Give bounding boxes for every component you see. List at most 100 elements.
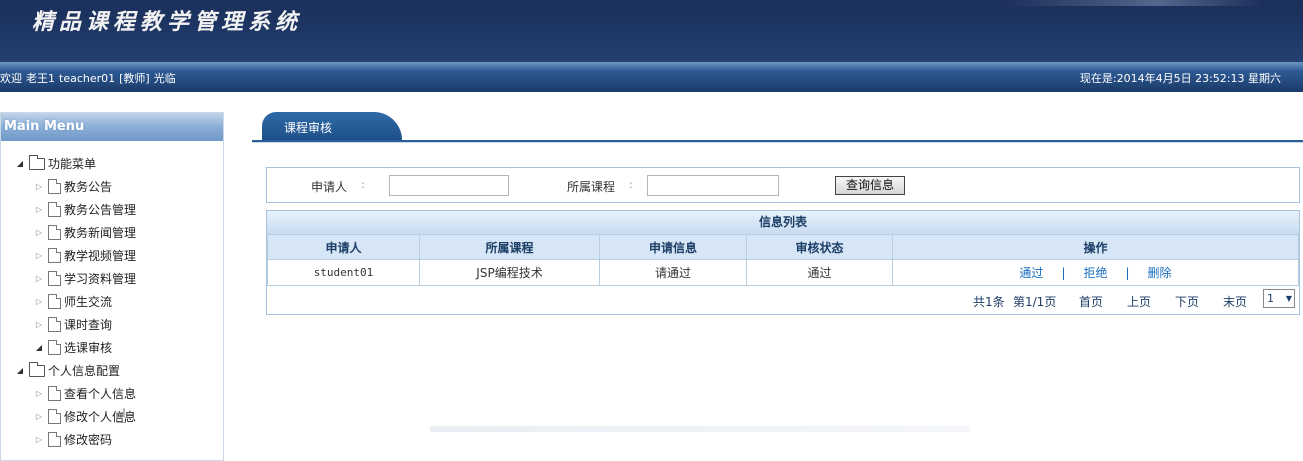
sidebar-title: Main Menu	[1, 113, 223, 141]
file-icon	[48, 271, 61, 286]
menu-item-label: 选课审核	[64, 341, 113, 355]
menu-item-announcement-management[interactable]: ▷ 教务公告管理	[1, 198, 223, 221]
sidebar: Main Menu ◢ 功能菜单 ▷ 教务公告 ▷ 教务公告管理 ▷ 教务新闻管…	[0, 112, 224, 461]
menu-tree: ◢ 功能菜单 ▷ 教务公告 ▷ 教务公告管理 ▷ 教务新闻管理 ▷ 教学视频管理…	[1, 141, 223, 451]
column-header: 申请人	[267, 234, 420, 260]
delete-link[interactable]: 删除	[1148, 266, 1172, 280]
pager-page: 第1/1页	[1013, 295, 1057, 309]
menu-item-class-hours[interactable]: ▷ 课时查询	[1, 313, 223, 336]
pager-last-link[interactable]: 末页	[1223, 293, 1247, 310]
file-icon	[48, 340, 61, 355]
page-select[interactable]: 1	[1263, 289, 1295, 308]
course-label: 所属课程	[567, 180, 616, 194]
user-name: 老王1	[26, 72, 55, 85]
applicant-input[interactable]	[389, 175, 509, 196]
pager-prev-link[interactable]: 上页	[1127, 293, 1151, 310]
file-icon	[48, 248, 61, 263]
tab-strip: 课程审核	[252, 112, 1303, 142]
info-list: 信息列表 申请人 所属课程 申请信息 审核状态 操作 student01 JSP…	[266, 210, 1300, 315]
menu-item-label: 功能菜单	[48, 157, 97, 171]
expand-triangle-icon: ◢	[35, 343, 43, 352]
cell-course: JSP编程技术	[419, 259, 600, 286]
separator: |	[1125, 266, 1130, 280]
hand-cursor-icon: ☝	[115, 404, 128, 428]
folder-icon	[29, 154, 45, 170]
menu-item-announcements[interactable]: ▷ 教务公告	[1, 175, 223, 198]
collapse-triangle-icon: ▷	[35, 320, 43, 329]
menu-item-label: 教务公告管理	[64, 203, 137, 217]
collapse-triangle-icon: ▷	[35, 435, 43, 444]
menu-item-label: 教学视频管理	[64, 249, 137, 263]
file-icon	[48, 294, 61, 309]
file-icon	[48, 317, 61, 332]
main-panel: 申请人 : 所属课程 : 查询信息 信息列表 申请人 所属课程 申请信息 审核状…	[252, 142, 1303, 461]
pager-total: 共1条	[973, 295, 1005, 309]
menu-item-materials-management[interactable]: ▷ 学习资料管理	[1, 267, 223, 290]
list-title: 信息列表	[267, 211, 1299, 234]
collapse-triangle-icon: ▷	[35, 228, 43, 237]
file-icon	[48, 386, 61, 401]
file-icon	[48, 409, 61, 424]
menu-item-video-management[interactable]: ▷ 教学视频管理	[1, 244, 223, 267]
course-input[interactable]	[647, 175, 779, 196]
header-spacer	[0, 92, 1303, 112]
reject-link[interactable]: 拒绝	[1083, 266, 1107, 280]
collapse-triangle-icon: ▷	[35, 205, 43, 214]
collapse-triangle-icon: ▷	[35, 274, 43, 283]
menu-folder-functions[interactable]: ◢ 功能菜单	[1, 152, 223, 175]
collapse-triangle-icon: ▷	[35, 389, 43, 398]
user-role: [教师]	[119, 72, 150, 85]
file-icon	[48, 225, 61, 240]
menu-item-course-review[interactable]: ◢ 选课审核	[1, 336, 223, 359]
menu-item-label: 学习资料管理	[64, 272, 137, 286]
menu-item-label: 师生交流	[64, 295, 113, 309]
folder-icon	[29, 361, 45, 377]
app-title: 精品课程教学管理系统	[32, 9, 303, 35]
app-header: 精品课程教学管理系统	[0, 0, 1303, 62]
colon: :	[629, 178, 633, 191]
colon: :	[361, 178, 365, 191]
welcome-greeting: 光临	[153, 72, 176, 85]
menu-item-news-management[interactable]: ▷ 教务新闻管理	[1, 221, 223, 244]
search-form: 申请人 : 所属课程 : 查询信息	[266, 167, 1300, 203]
query-button[interactable]: 查询信息	[835, 176, 905, 195]
column-header: 操作	[892, 234, 1299, 260]
status-bar: 欢迎 老王1 teacher01 [教师] 光临 现在是:2014年4月5日 23:52…	[0, 62, 1303, 92]
collapse-triangle-icon: ▷	[35, 182, 43, 191]
pager: 共1条 第1/1页 首页 上页 下页 末页 1	[267, 286, 1299, 314]
expand-triangle-icon[interactable]: ◢	[15, 366, 25, 376]
menu-folder-personal[interactable]: ◢ 个人信息配置	[1, 359, 223, 382]
cell-actions: 通过 | 拒绝 | 删除	[892, 259, 1299, 286]
menu-item-edit-profile[interactable]: ▷ 修改个人信息	[1, 405, 223, 428]
pager-next-link[interactable]: 下页	[1175, 293, 1199, 310]
welcome-prefix: 欢迎	[0, 72, 22, 85]
current-datetime: 现在是:2014年4月5日 23:52:13 星期六	[1079, 72, 1281, 85]
faded-decoration	[430, 426, 970, 432]
column-header: 所属课程	[419, 234, 600, 260]
column-header: 申请信息	[599, 234, 747, 260]
table-header-row: 申请人 所属课程 申请信息 审核状态 操作	[267, 234, 1299, 260]
table-row: student01 JSP编程技术 请通过 通过 通过 | 拒绝 | 删除	[267, 259, 1299, 286]
menu-item-communication[interactable]: ▷ 师生交流	[1, 290, 223, 313]
collapse-triangle-icon: ▷	[35, 251, 43, 260]
approve-link[interactable]: 通过	[1019, 266, 1043, 280]
menu-item-label: 个人信息配置	[48, 364, 121, 378]
cell-status: 通过	[746, 259, 893, 286]
file-icon	[48, 202, 61, 217]
tab-course-review[interactable]: 课程审核	[262, 112, 402, 142]
file-icon	[48, 179, 61, 194]
menu-item-change-password[interactable]: ▷ 修改密码	[1, 428, 223, 451]
menu-item-label: 教务新闻管理	[64, 226, 137, 240]
user-account: teacher01	[59, 72, 116, 85]
pager-first-link[interactable]: 首页	[1079, 293, 1103, 310]
collapse-triangle-icon: ▷	[35, 412, 43, 421]
cell-info: 请通过	[599, 259, 747, 286]
separator: |	[1061, 266, 1066, 280]
info-table: 申请人 所属课程 申请信息 审核状态 操作 student01 JSP编程技术 …	[267, 234, 1299, 286]
collapse-triangle-icon: ▷	[35, 297, 43, 306]
expand-triangle-icon[interactable]: ◢	[15, 159, 25, 169]
menu-item-label: 查看个人信息	[64, 387, 137, 401]
menu-item-view-profile[interactable]: ▷ 查看个人信息	[1, 382, 223, 405]
applicant-label: 申请人	[311, 180, 348, 194]
cell-applicant: student01	[267, 259, 420, 286]
